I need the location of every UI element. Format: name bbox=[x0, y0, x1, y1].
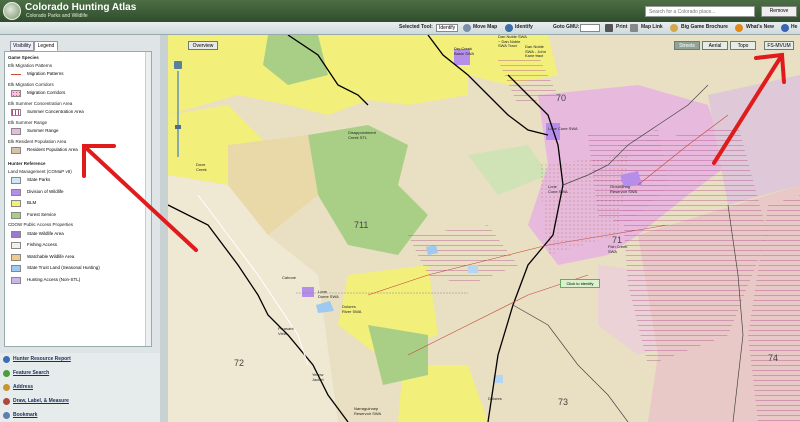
annotation-arrows bbox=[82, 52, 786, 252]
red-arrow-right-icon bbox=[712, 52, 786, 165]
red-arrow-left-icon bbox=[82, 144, 198, 252]
